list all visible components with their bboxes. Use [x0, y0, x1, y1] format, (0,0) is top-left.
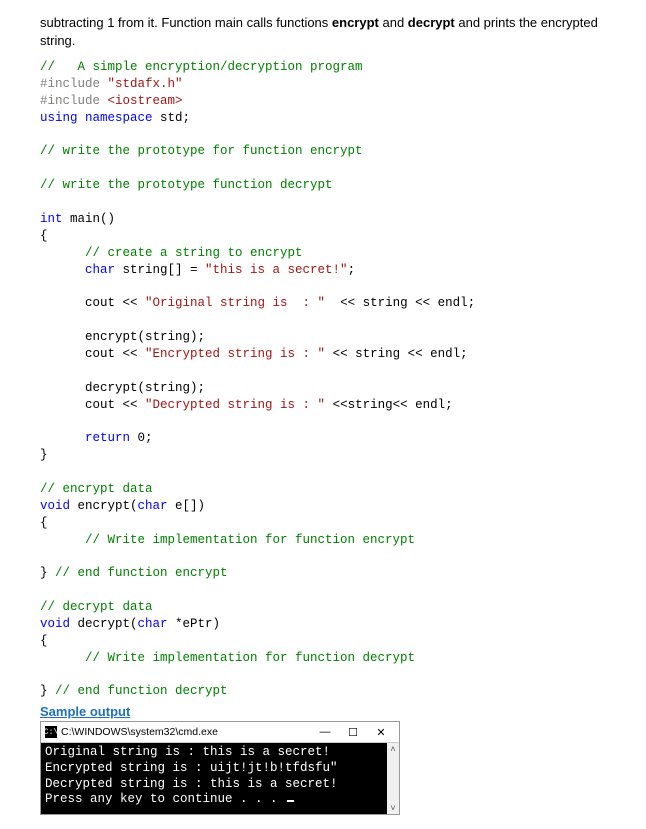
code-string: "this is a secret!"	[205, 263, 348, 277]
code-text: }	[40, 448, 48, 462]
code-comment: // A simple encryption/decryption progra…	[40, 60, 363, 74]
code-text: cout <<	[40, 296, 145, 310]
console-titlebar[interactable]: C:\ C:\WINDOWS\system32\cmd.exe — ☐ ✕	[41, 722, 399, 743]
code-string: "Decrypted string is : "	[145, 398, 325, 412]
code-text: {	[40, 516, 48, 530]
cmd-icon: C:\	[45, 726, 57, 738]
code-keyword: return	[40, 431, 130, 445]
code-keyword: using	[40, 111, 78, 125]
intro-bold2: decrypt	[408, 15, 455, 30]
code-keyword: void	[40, 499, 70, 513]
console-output: Original string is : this is a secret! E…	[41, 743, 399, 814]
code-text: encrypt(	[70, 499, 138, 513]
console-title: C:\WINDOWS\system32\cmd.exe	[61, 726, 311, 738]
minimize-button[interactable]: —	[311, 723, 339, 741]
code-keyword: int	[40, 212, 63, 226]
code-text: 0;	[130, 431, 153, 445]
code-text: ;	[348, 263, 356, 277]
console-line: Decrypted string is : this is a secret!	[45, 777, 395, 793]
intro-paragraph: subtracting 1 from it. Function main cal…	[40, 14, 606, 49]
scroll-down-icon[interactable]: ˅	[387, 802, 399, 814]
code-comment: // end function decrypt	[55, 684, 228, 698]
code-keyword: char	[138, 617, 168, 631]
code-comment: // Write implementation for function enc…	[40, 533, 415, 547]
code-comment: // create a string to encrypt	[40, 246, 303, 260]
code-text: decrypt(string);	[40, 381, 205, 395]
scroll-up-icon[interactable]: ˄	[387, 743, 399, 755]
close-button[interactable]: ✕	[367, 723, 395, 741]
code-string: "Original string is : "	[145, 296, 325, 310]
code-text: {	[40, 229, 48, 243]
code-pp: #include	[40, 77, 108, 91]
code-text: *ePtr)	[168, 617, 221, 631]
code-text: << string << endl;	[325, 296, 475, 310]
scrollbar[interactable]: ˄ ˅	[387, 743, 399, 814]
code-text: <<string<< endl;	[325, 398, 453, 412]
code-keyword: namespace	[78, 111, 153, 125]
code-text: e[])	[168, 499, 206, 513]
console-line: Encrypted string is : uijt!jt!b!tfdsfu"	[45, 761, 395, 777]
code-keyword: char	[40, 263, 115, 277]
maximize-button[interactable]: ☐	[339, 723, 367, 741]
code-text: cout <<	[40, 347, 145, 361]
code-text: decrypt(	[70, 617, 138, 631]
code-string: "Encrypted string is : "	[145, 347, 325, 361]
console-line: Press any key to continue . . .	[45, 792, 395, 808]
code-text: cout <<	[40, 398, 145, 412]
code-text: encrypt(string);	[40, 330, 205, 344]
code-keyword: void	[40, 617, 70, 631]
intro-bold1: encrypt	[332, 15, 379, 30]
code-pp: #include	[40, 94, 108, 108]
sample-heading: Sample output	[40, 704, 606, 719]
code-text: }	[40, 566, 55, 580]
code-comment: // end function encrypt	[55, 566, 228, 580]
intro-text: subtracting 1 from it. Function main cal…	[40, 15, 332, 30]
code-text: }	[40, 684, 55, 698]
code-comment: // encrypt data	[40, 482, 153, 496]
cursor-icon	[287, 800, 294, 802]
code-string: "stdafx.h"	[108, 77, 183, 91]
code-text: string[] =	[115, 263, 205, 277]
code-block: // A simple encryption/decryption progra…	[40, 59, 606, 700]
code-text: main()	[63, 212, 116, 226]
console-line: Original string is : this is a secret!	[45, 745, 395, 761]
code-include: <iostream>	[108, 94, 183, 108]
code-comment: // write the prototype function decrypt	[40, 178, 333, 192]
code-text: {	[40, 634, 48, 648]
code-comment: // decrypt data	[40, 600, 153, 614]
code-text: << string << endl;	[325, 347, 468, 361]
code-comment: // write the prototype for function encr…	[40, 144, 363, 158]
code-comment: // Write implementation for function dec…	[40, 651, 415, 665]
code-keyword: char	[138, 499, 168, 513]
console-window: C:\ C:\WINDOWS\system32\cmd.exe — ☐ ✕ Or…	[40, 721, 400, 815]
intro-mid: and	[379, 15, 408, 30]
code-text: std;	[153, 111, 191, 125]
